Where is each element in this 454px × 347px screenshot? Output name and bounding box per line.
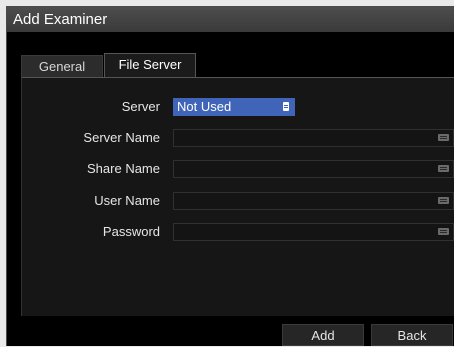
server-label: Server (121, 99, 160, 114)
keyboard-icon[interactable] (438, 197, 449, 204)
add-examiner-dialog: Add Examiner General File Server Server … (6, 6, 454, 346)
user-name-field[interactable] (173, 192, 454, 210)
password-label: Password (102, 224, 160, 239)
server-select[interactable]: Not Used (173, 98, 295, 116)
tab-file-server[interactable]: File Server (104, 53, 196, 77)
share-name-field[interactable] (173, 160, 454, 178)
user-name-label: User Name (94, 193, 160, 208)
server-name-label: Server Name (83, 130, 160, 145)
server-name-field[interactable] (173, 129, 454, 147)
file-server-panel: Server Not Used Server Name Share Name U… (21, 77, 454, 316)
window-title: Add Examiner (7, 7, 454, 32)
password-field[interactable] (173, 223, 454, 241)
add-button[interactable]: Add (282, 324, 364, 346)
back-button[interactable]: Back (371, 324, 453, 346)
list-icon (283, 102, 289, 111)
tab-general[interactable]: General (21, 55, 103, 77)
keyboard-icon[interactable] (438, 134, 449, 141)
share-name-label: Share Name (87, 161, 160, 176)
server-select-value: Not Used (177, 99, 232, 114)
keyboard-icon[interactable] (438, 228, 449, 235)
keyboard-icon[interactable] (438, 165, 449, 172)
